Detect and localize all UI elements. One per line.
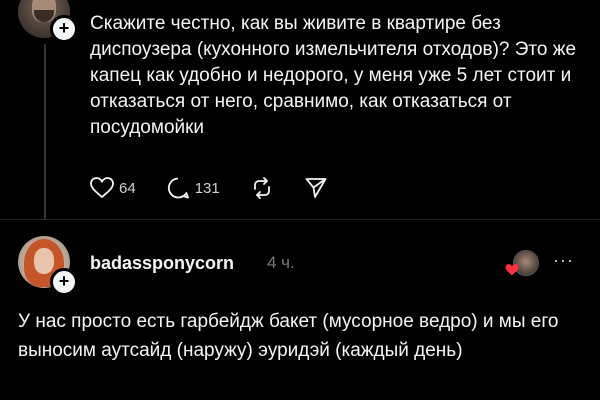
- repost-icon: [253, 177, 270, 199]
- reply-username[interactable]: badassponycorn: [90, 253, 234, 274]
- reply-timestamp: 4 ч.: [267, 253, 295, 272]
- heart-icon: [90, 177, 114, 199]
- like-count: 64: [119, 179, 136, 197]
- share-button[interactable]: [304, 176, 328, 200]
- liked-heart-icon: [505, 264, 519, 276]
- follow-plus-icon[interactable]: +: [50, 268, 78, 296]
- follow-plus-icon[interactable]: +: [50, 15, 78, 43]
- share-icon: [305, 178, 327, 198]
- more-icon[interactable]: ···: [553, 250, 574, 271]
- reply-count: 131: [194, 179, 220, 197]
- thread-line: [44, 44, 46, 220]
- divider: [0, 219, 600, 220]
- post-actions: 64 131: [90, 175, 358, 201]
- repost-button[interactable]: [250, 176, 274, 200]
- comment-icon: [167, 177, 189, 199]
- like-button[interactable]: 64: [90, 177, 136, 199]
- post-text: Скажите честно, как вы живите в квартире…: [90, 13, 577, 138]
- reply-button[interactable]: 131: [166, 176, 220, 200]
- reply-text: У нас просто есть гарбейдж бакет (мусорн…: [18, 311, 559, 361]
